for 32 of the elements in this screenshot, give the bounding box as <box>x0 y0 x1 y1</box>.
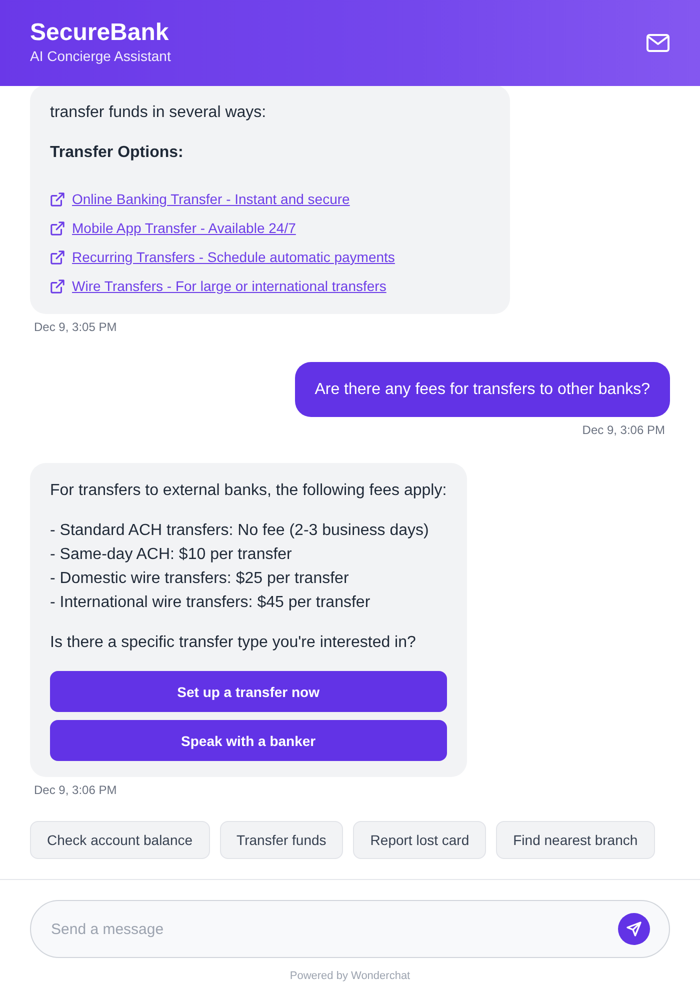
suggestion-chip[interactable]: Transfer funds <box>220 821 344 859</box>
message-text: transfer funds in several ways: <box>50 103 268 123</box>
fee-line: - Domestic wire transfers: $25 per transfer <box>50 569 350 589</box>
suggestion-chip[interactable]: Report lost card <box>353 821 486 859</box>
user-message: Are there any fees for transfers to other banks? <box>294 362 670 417</box>
fee-line: - Standard ACH transfers: No fee (2-3 business days) <box>50 521 430 541</box>
external-link-icon <box>50 250 65 264</box>
mail-icon[interactable] <box>646 33 670 53</box>
action-button[interactable]: Speak with a banker <box>50 720 447 761</box>
suggestion-chip[interactable]: Check account balance <box>30 821 210 859</box>
timestamp: Dec 9, 3:06 PM <box>34 783 118 797</box>
message-text: For transfers to external banks, the following fees apply: <box>50 481 447 501</box>
external-link-icon <box>50 278 65 294</box>
external-link-icon <box>50 220 65 236</box>
section-heading: Transfer Options: <box>50 143 184 163</box>
fee-line: - Same-day ACH: $10 per transfer <box>50 545 293 565</box>
option-link[interactable]: Recurring Transfers - Schedule automatic payments <box>72 249 395 265</box>
external-link-icon <box>50 192 65 206</box>
option-link[interactable]: Wire Transfers - For large or international transfers <box>72 278 386 294</box>
timestamp: Dec 9, 3:05 PM <box>34 320 118 334</box>
message-text: Is there a specific transfer type you're interested in? <box>50 633 417 653</box>
action-button[interactable]: Set up a transfer now <box>50 671 447 712</box>
app-title: SecureBank <box>30 19 170 47</box>
option-link[interactable]: Online Banking Transfer - Instant and secure <box>72 191 350 207</box>
app-subtitle: AI Concierge Assistant <box>30 47 171 65</box>
timestamp: Dec 9, 3:06 PM <box>582 423 665 437</box>
send-icon <box>626 921 642 937</box>
powered-by-text: Powered by Wonderchat <box>288 970 412 982</box>
suggestion-chip[interactable]: Find nearest branch <box>496 821 655 859</box>
fee-line: - International wire transfers: $45 per transfer <box>50 593 372 613</box>
option-link[interactable]: Mobile App Transfer - Available 24/7 <box>72 220 296 236</box>
message-input[interactable]: Send a message <box>30 900 670 958</box>
